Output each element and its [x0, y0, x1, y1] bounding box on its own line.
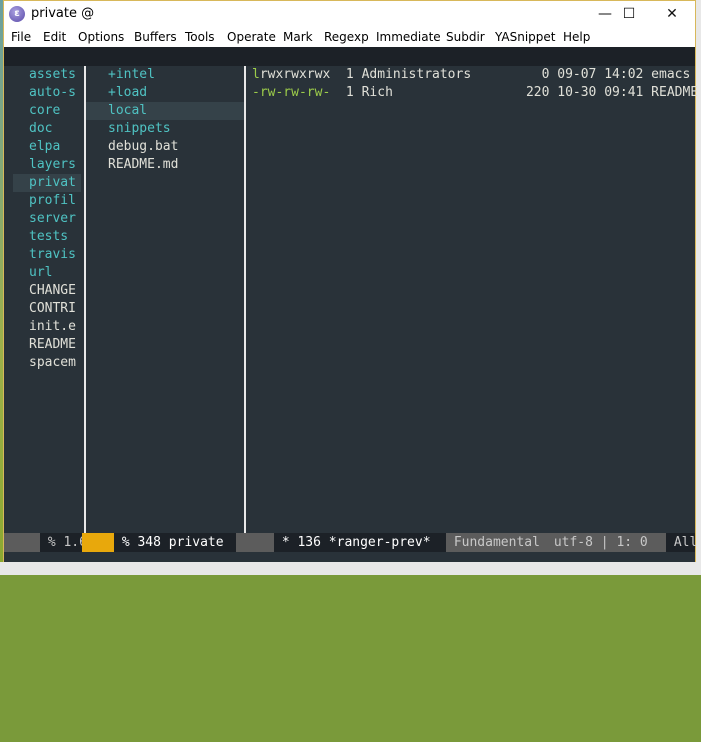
window-3-badge[interactable]: 3 — [236, 533, 296, 570]
directory-item[interactable]: core — [13, 102, 81, 120]
directory-item[interactable]: travis — [13, 246, 81, 264]
directory-item[interactable]: auto-s — [13, 84, 81, 102]
background-window-strip — [0, 562, 701, 575]
directory-item[interactable]: snippets — [86, 120, 245, 138]
major-mode[interactable]: Fundamental — [446, 533, 546, 552]
menu-mark[interactable]: Mark — [283, 30, 313, 44]
scroll-position: All — [666, 535, 698, 550]
file-item[interactable]: init.e — [13, 318, 81, 336]
file-item[interactable]: spacem — [13, 354, 81, 372]
mode-line: 1 % 1.6 2 % 348 private 3 * 136 *ranger-… — [4, 533, 698, 570]
directory-item[interactable]: assets — [13, 66, 81, 84]
directory-item[interactable]: layers — [13, 156, 81, 174]
directory-item[interactable]: +intel — [86, 66, 245, 84]
file-listing-row[interactable]: lrwxrwxrwx 1 Administrators 0 09-07 14:0… — [246, 66, 699, 84]
file-item[interactable]: CONTRI — [13, 300, 81, 318]
close-button[interactable]: ✕ — [649, 1, 695, 28]
directory-item[interactable]: doc — [13, 120, 81, 138]
emacs-icon: ε — [9, 6, 25, 22]
window-3-status: * 136 *ranger-prev* — [274, 535, 439, 550]
file-type-char: - — [252, 85, 260, 100]
parent-directory-pane[interactable]: assets auto-s core doc elpa layers privat profi… — [13, 66, 81, 533]
window-title: private @ — [31, 6, 95, 21]
menu-help[interactable]: Help — [563, 30, 590, 44]
file-listing-row[interactable]: -rw-rw-rw- 1 Rich 220 10-30 09:41 README… — [246, 84, 699, 102]
echo-area[interactable] — [4, 552, 695, 562]
menu-immediate[interactable]: Immediate — [376, 30, 441, 44]
preview-pane[interactable]: lrwxrwxrwx 1 Administrators 0 09-07 14:0… — [244, 66, 699, 533]
ranger-header-line: emacs.d/ d:/Dropbox/config/emacs.d/priva… — [4, 47, 695, 140]
menu-file[interactable]: File — [11, 30, 31, 44]
menu-operate[interactable]: Operate — [227, 30, 276, 44]
window-2-status: % 348 private — [114, 535, 232, 550]
directory-item[interactable]: privat — [13, 174, 81, 192]
window-2-badge[interactable]: 2 — [82, 533, 142, 570]
directory-item[interactable]: elpa — [13, 138, 81, 156]
file-item[interactable]: debug.bat — [86, 138, 245, 156]
file-details: 1 Rich 220 10-30 09:41 README. — [330, 85, 699, 100]
menu-edit[interactable]: Edit — [43, 30, 66, 44]
menu-subdir[interactable]: Subdir — [446, 30, 485, 44]
menu-tools[interactable]: Tools — [185, 30, 215, 44]
file-item[interactable]: README.md — [86, 156, 245, 174]
file-type-char: l — [252, 67, 260, 82]
menu-yasnippet[interactable]: YASnippet — [495, 30, 556, 44]
permissions: rwxrwxrwx — [259, 67, 331, 82]
directory-item[interactable]: tests — [13, 228, 81, 246]
menu-bar: File Edit Options Buffers Tools Operate … — [4, 28, 695, 47]
directory-item[interactable]: url — [13, 264, 81, 282]
menu-regexp[interactable]: Regexp — [324, 30, 369, 44]
directory-item[interactable]: server — [13, 210, 81, 228]
window-1-status: % 1.6 — [40, 535, 84, 550]
directory-item[interactable]: profil — [13, 192, 81, 210]
current-directory-pane[interactable]: +intel +load local snippets debug.bat README.… — [84, 66, 245, 533]
emacs-window: ε private @ — ☐ ✕ File Edit Options Buff… — [3, 0, 699, 570]
permissions: rw-rw-rw- — [259, 85, 331, 100]
encoding-position: utf-8 | 1: 0 — [546, 533, 666, 552]
menu-buffers[interactable]: Buffers — [134, 30, 177, 44]
file-details: 1 Administrators 0 09-07 14:02 emacs - — [330, 67, 699, 82]
file-item[interactable]: CHANGE — [13, 282, 81, 300]
file-item[interactable]: README — [13, 336, 81, 354]
directory-item[interactable]: +load — [86, 84, 245, 102]
title-bar[interactable]: ε private @ — ☐ ✕ — [4, 1, 695, 28]
editor-area: assets auto-s core doc elpa layers privat profi… — [4, 66, 699, 533]
directory-item[interactable]: local — [86, 102, 245, 120]
window-1-badge[interactable]: 1 — [4, 533, 64, 570]
menu-options[interactable]: Options — [78, 30, 124, 44]
maximize-button[interactable]: ☐ — [606, 1, 652, 28]
